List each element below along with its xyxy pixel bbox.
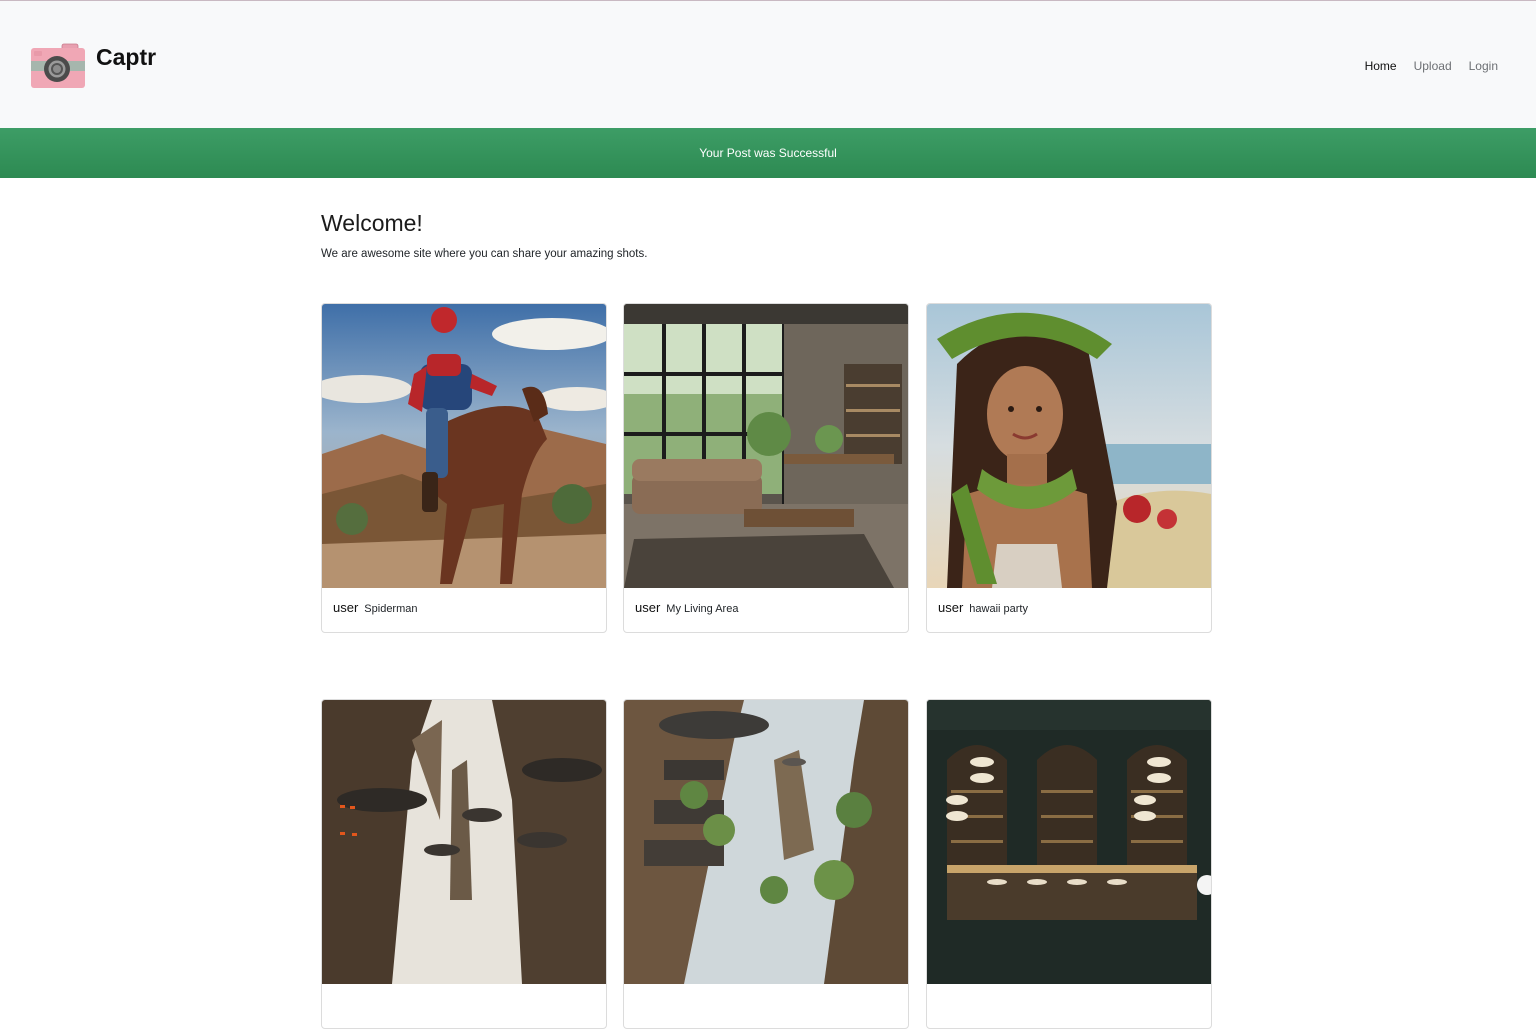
post-title: Spiderman: [364, 603, 418, 615]
brand-name[interactable]: Captr: [96, 44, 156, 71]
post-image-bar-interior[interactable]: [927, 700, 1211, 984]
post-author[interactable]: user: [938, 600, 963, 615]
post-title: My Living Area: [666, 603, 739, 615]
post-image-living-area[interactable]: [624, 304, 908, 588]
post-title: hawaii party: [969, 603, 1028, 615]
camera-logo-icon: [31, 43, 85, 88]
nav-login-link[interactable]: Login: [1469, 59, 1498, 73]
site-header: Captr Home Upload Login: [0, 0, 1536, 128]
success-alert: Your Post was Successful: [0, 128, 1536, 178]
bar-interior-image: [927, 700, 1211, 984]
post-author[interactable]: user: [333, 600, 358, 615]
cliff-village-image: [624, 700, 908, 984]
post-card[interactable]: [926, 699, 1212, 1029]
post-image-canyon-city[interactable]: [322, 700, 606, 984]
post-caption: user hawaii party: [938, 600, 1028, 615]
canyon-city-image: [322, 700, 606, 984]
post-author[interactable]: user: [635, 600, 660, 615]
nav-upload-link[interactable]: Upload: [1414, 59, 1452, 73]
intro-section: Welcome! We are awesome site where you c…: [321, 210, 647, 260]
post-card[interactable]: [321, 699, 607, 1029]
post-card[interactable]: user My Living Area: [623, 303, 909, 633]
main-nav: Home Upload Login: [1365, 59, 1498, 73]
post-caption: user My Living Area: [635, 600, 738, 615]
post-card[interactable]: user hawaii party: [926, 303, 1212, 633]
page-title: Welcome!: [321, 210, 423, 236]
hawaii-woman-image: [927, 304, 1211, 588]
post-card[interactable]: user Spiderman: [321, 303, 607, 633]
brand[interactable]: Captr: [30, 43, 156, 89]
alert-message: Your Post was Successful: [699, 146, 837, 160]
post-card[interactable]: [623, 699, 909, 1029]
nav-home-link[interactable]: Home: [1365, 59, 1397, 73]
post-caption: user Spiderman: [333, 600, 418, 615]
post-image-cliff-village[interactable]: [624, 700, 908, 984]
post-image-hawaii-party[interactable]: [927, 304, 1211, 588]
post-image-spiderman[interactable]: [322, 304, 606, 588]
spiderman-image: [322, 304, 606, 588]
living-room-image: [624, 304, 908, 588]
intro-text: We are awesome site where you can share …: [321, 248, 648, 260]
